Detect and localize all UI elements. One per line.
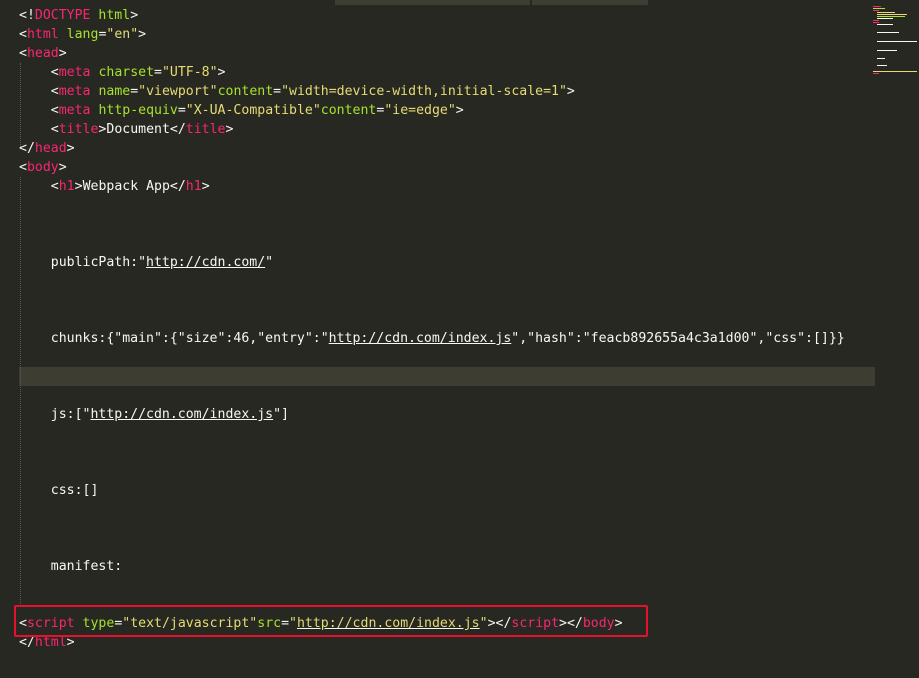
code-token: "X-UA-Compatible" xyxy=(185,103,321,118)
minimap[interactable] xyxy=(871,0,919,90)
code-line: <title>Document</title> xyxy=(50,122,234,137)
code-token: Document xyxy=(106,122,170,137)
code-token: "width=device-width,initial-scale=1" xyxy=(281,84,567,99)
code-token: body xyxy=(26,160,59,175)
code-token: meta xyxy=(58,65,91,80)
code-line: <html lang="en"> xyxy=(19,27,147,42)
code-token: js:[" xyxy=(50,407,91,422)
code-link[interactable]: http://cdn.com/index.js xyxy=(90,407,273,422)
code-token: css:[] xyxy=(50,483,99,498)
code-token: meta xyxy=(58,103,91,118)
code-token: "ie=edge" xyxy=(384,103,456,118)
code-token: charset xyxy=(98,65,155,80)
code-line: css:[] xyxy=(19,481,99,500)
code-line: </head> xyxy=(19,141,75,156)
annotation-highlight-box xyxy=(14,605,648,637)
code-line: <meta name="viewport"content="width=devi… xyxy=(50,84,575,99)
code-line: <h1>Webpack App</h1> xyxy=(50,179,210,194)
code-line: <meta http-equiv="X-UA-Compatible"conten… xyxy=(50,103,464,118)
code-link[interactable]: http://cdn.com/ xyxy=(146,255,265,270)
code-token: name xyxy=(98,84,131,99)
code-token: meta xyxy=(58,84,91,99)
code-link[interactable]: http://cdn.com/index.js xyxy=(329,331,512,346)
code-editor[interactable]: <!DOCTYPE html> <html lang="en"> <head> … xyxy=(0,0,919,678)
code-token: "UTF-8" xyxy=(161,65,218,80)
code-token: chunks:{"main":{"size":46,"entry":" xyxy=(50,331,329,346)
code-token: html xyxy=(98,8,131,23)
code-token: head xyxy=(26,46,59,61)
code-token: "] xyxy=(273,407,289,422)
code-line: chunks:{"main":{"size":46,"entry":"http:… xyxy=(19,329,845,348)
code-line: <head> xyxy=(19,46,67,61)
code-token: head xyxy=(34,141,67,156)
code-token: html xyxy=(34,635,67,650)
code-line: <body> xyxy=(19,160,67,175)
code-token: content xyxy=(320,103,377,118)
code-token: "en" xyxy=(106,27,139,42)
current-line-highlight xyxy=(19,367,875,386)
code-token: http-equiv xyxy=(98,103,178,118)
code-token: title xyxy=(58,122,99,137)
code-token: "viewport" xyxy=(138,84,218,99)
code-line: <!DOCTYPE html> xyxy=(19,8,139,23)
code-line: publicPath:"http://cdn.com/" xyxy=(19,253,273,272)
code-line: js:["http://cdn.com/index.js"] xyxy=(19,405,289,424)
code-token: lang xyxy=(66,27,99,42)
code-token: html xyxy=(26,27,59,42)
code-token: title xyxy=(185,122,226,137)
code-token: content xyxy=(217,84,274,99)
code-token: Webpack App xyxy=(82,179,170,194)
code-token: h1 xyxy=(185,179,202,194)
code-token: " xyxy=(265,255,274,270)
code-token: ","hash":"feacb892655a4c3a1d00","css":[]… xyxy=(511,331,845,346)
code-line: manifest: xyxy=(19,557,122,576)
indent-guide xyxy=(20,177,22,604)
code-line: <meta charset="UTF-8"> xyxy=(50,65,226,80)
code-token: h1 xyxy=(58,179,75,194)
code-token: publicPath:" xyxy=(50,255,147,270)
code-token: manifest: xyxy=(50,559,123,574)
